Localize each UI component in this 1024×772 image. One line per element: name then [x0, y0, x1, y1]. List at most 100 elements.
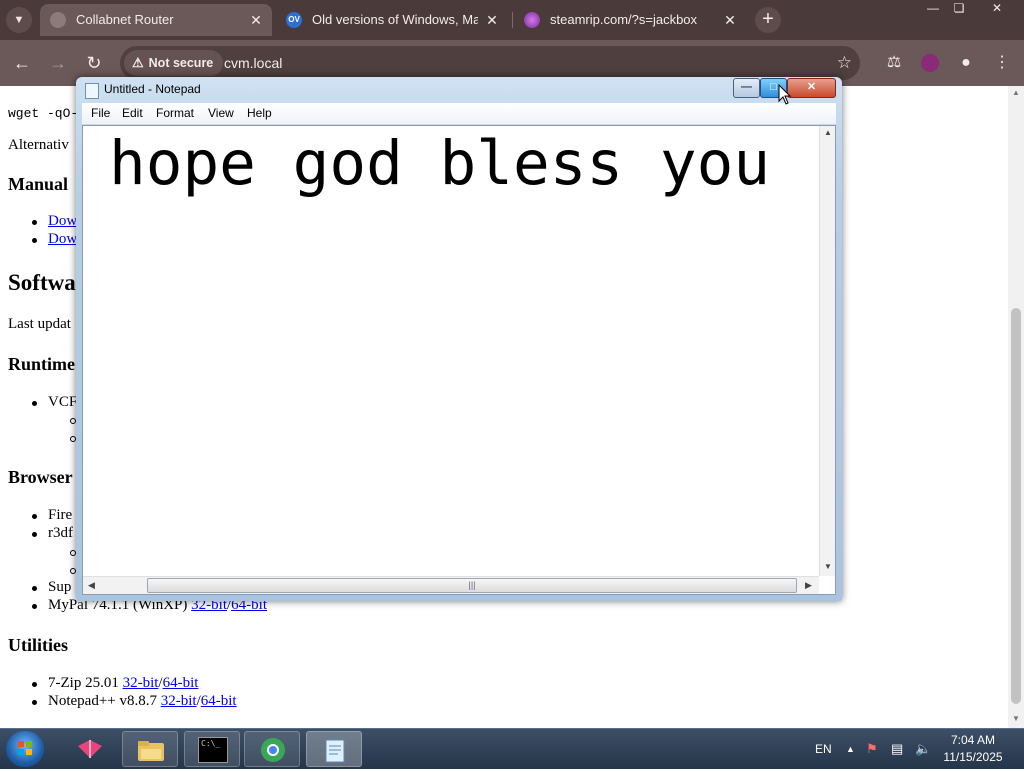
arrow-right-icon: → — [49, 53, 67, 73]
labs-flask-icon[interactable]: ⚖ — [882, 51, 906, 75]
7zip-32bit-link[interactable]: 32-bit — [123, 675, 159, 691]
taskbar-app-explorer[interactable] — [122, 731, 178, 767]
scroll-down-icon[interactable]: ▼ — [1008, 714, 1024, 723]
oldversion-favicon-icon: OV — [286, 12, 302, 28]
warning-icon: ⚠ — [132, 55, 144, 70]
bookmark-star-icon[interactable]: ☆ — [837, 46, 852, 80]
security-chip[interactable]: ⚠ Not secure — [124, 50, 224, 76]
minimize-icon: — — [741, 81, 752, 93]
chrome-icon — [261, 738, 285, 762]
command-text: wget -qO- — [8, 106, 79, 121]
software-heading: Softwa — [8, 270, 76, 295]
menu-kebab-icon[interactable]: ⋮ — [990, 51, 1014, 75]
window-title: Untitled - Notepad — [104, 82, 201, 96]
extension-icon[interactable] — [918, 51, 942, 75]
runtime-item: VCF — [48, 394, 78, 410]
menu-format[interactable]: Format — [156, 106, 194, 120]
notepad-close-button[interactable]: ✕ — [787, 78, 836, 98]
start-button[interactable] — [6, 731, 44, 767]
network-icon[interactable]: ▤ — [891, 729, 903, 769]
download-link[interactable]: Dow — [48, 213, 77, 230]
gift-box-icon — [78, 740, 102, 758]
window-close-button[interactable]: ✕ — [982, 0, 1012, 18]
tab-title: Old versions of Windows, Mac — [312, 12, 478, 27]
scroll-grip: ||| — [468, 580, 476, 590]
list-bullet — [32, 604, 37, 609]
forward-button[interactable]: → — [46, 51, 70, 75]
taskbar-app-gift[interactable] — [62, 731, 118, 767]
notepad-icon — [85, 83, 99, 99]
list-bullet — [32, 238, 37, 243]
show-hidden-icons-icon[interactable]: ▲ — [846, 729, 855, 769]
browser-item: r3df — [48, 525, 73, 541]
clock[interactable]: 7:04 AM 11/15/2025 — [936, 732, 1010, 766]
notepadpp-64bit-link[interactable]: 64-bit — [201, 693, 237, 709]
runtime-heading: Runtime — [8, 354, 75, 374]
utility-item-7zip: 7-Zip 25.01 32-bit/64-bit — [48, 675, 198, 692]
7zip-64bit-link[interactable]: 64-bit — [163, 675, 199, 691]
tab-old-versions[interactable]: OV Old versions of Windows, Mac ✕ — [276, 4, 508, 36]
page-scrollbar[interactable]: ▲ ▼ — [1008, 86, 1024, 728]
download-link[interactable]: Dow — [48, 231, 77, 248]
tab-steamrip[interactable]: steamrip.com/?s=jackbox ✕ — [514, 4, 746, 36]
maximize-icon: □ — [770, 81, 777, 93]
document-text[interactable]: hope god bless you — [109, 128, 770, 200]
menu-help[interactable]: Help — [247, 106, 272, 120]
utility-name: Notepad++ v8.8.7 — [48, 693, 161, 709]
reload-button[interactable]: ↻ — [82, 51, 106, 75]
back-button[interactable]: ← — [10, 51, 34, 75]
notepad-minimize-button[interactable]: — — [733, 78, 760, 98]
scroll-up-icon[interactable]: ▲ — [820, 128, 835, 137]
horizontal-scroll-thumb[interactable]: ||| — [147, 578, 797, 593]
menu-file[interactable]: File — [91, 106, 110, 120]
browser-item: Sup — [48, 579, 72, 595]
horizontal-scrollbar[interactable]: ◀ ||| ▶ — [83, 576, 819, 594]
vertical-scrollbar[interactable]: ▲ ▼ — [819, 126, 835, 576]
list-bullet — [32, 514, 37, 519]
language-indicator[interactable]: EN — [815, 729, 832, 769]
globe-icon — [50, 12, 66, 28]
scroll-up-icon[interactable]: ▲ — [1008, 88, 1024, 97]
notepad-window[interactable]: Untitled - Notepad — □ ✕ File Edit Forma… — [76, 77, 842, 601]
window-restore-button[interactable]: ❏ — [944, 0, 974, 18]
tab-search-button[interactable]: ▼ — [6, 7, 32, 33]
url-text[interactable]: cvm.local — [224, 46, 282, 80]
scroll-left-icon[interactable]: ◀ — [88, 580, 95, 591]
taskbar-app-cmd[interactable]: C:\_ — [184, 731, 240, 767]
notepad-text-area[interactable]: hope god bless you ▲ ▼ ◀ ||| ▶ — [82, 125, 836, 595]
action-center-flag-icon[interactable]: ⚑ — [866, 729, 878, 769]
volume-muted-icon[interactable]: 🔈 — [915, 729, 931, 769]
scroll-right-icon[interactable]: ▶ — [805, 580, 812, 591]
list-bullet — [32, 401, 37, 406]
restore-icon: ❏ — [953, 1, 965, 15]
utilities-heading: Utilities — [8, 635, 68, 655]
list-bullet — [32, 586, 37, 591]
profile-icon[interactable]: ● — [954, 51, 978, 75]
close-icon[interactable]: ✕ — [722, 4, 738, 36]
chevron-down-icon: ▼ — [13, 14, 25, 26]
plus-icon: + — [762, 8, 774, 30]
utility-item-notepadpp: Notepad++ v8.8.7 32-bit/64-bit — [48, 693, 237, 710]
browser-tab-strip: ▼ Collabnet Router ✕ OV Old versions of … — [0, 0, 1024, 40]
security-label: Not secure — [148, 56, 214, 70]
menu-edit[interactable]: Edit — [122, 106, 143, 120]
close-icon[interactable]: ✕ — [484, 4, 500, 36]
scroll-down-icon[interactable]: ▼ — [820, 562, 835, 571]
taskbar-app-chrome[interactable] — [244, 731, 300, 767]
browser-item: Fire — [48, 507, 73, 523]
notepadpp-32bit-link[interactable]: 32-bit — [161, 693, 197, 709]
manual-heading: Manual — [8, 174, 69, 194]
taskbar-app-notepad[interactable] — [306, 731, 362, 767]
tab-collabnet-router[interactable]: Collabnet Router ✕ — [40, 4, 272, 36]
new-tab-button[interactable]: + — [755, 7, 781, 33]
tab-title: steamrip.com/?s=jackbox — [550, 12, 698, 27]
address-bar[interactable]: ⚠ Not secure cvm.local ☆ — [120, 46, 860, 80]
tab-title: Collabnet Router — [76, 12, 174, 27]
list-bullet — [32, 220, 37, 225]
windows-logo-icon — [18, 741, 32, 755]
menu-view[interactable]: View — [208, 106, 234, 120]
close-icon[interactable]: ✕ — [248, 4, 264, 36]
steamrip-favicon-icon — [524, 12, 540, 28]
close-icon: ✕ — [991, 1, 1003, 15]
scrollbar-thumb[interactable] — [1011, 308, 1021, 704]
